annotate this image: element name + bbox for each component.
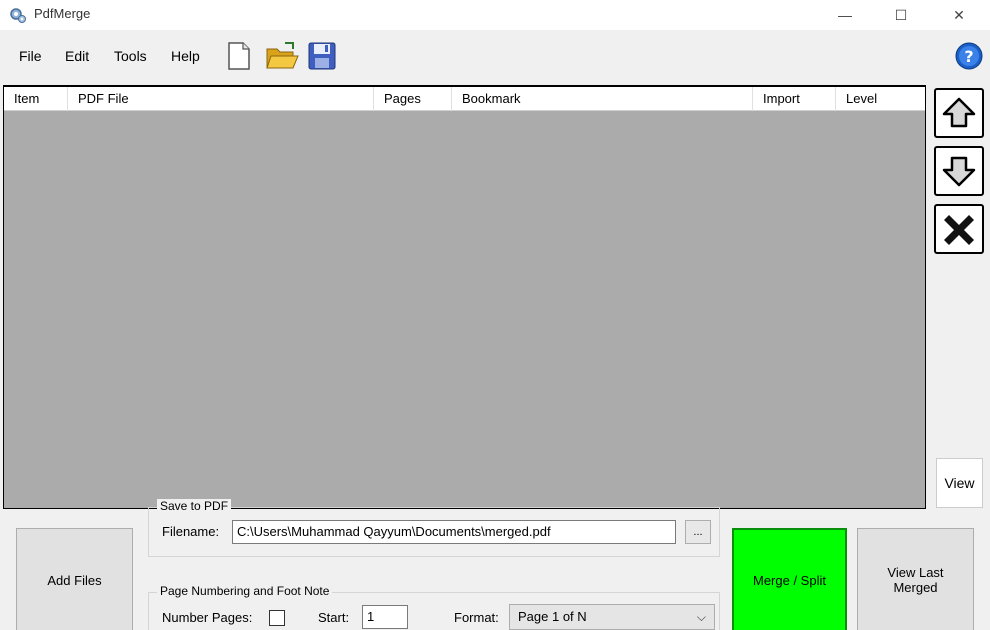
view-last-merged-button[interactable]: View Last Merged	[857, 528, 974, 630]
maximize-button[interactable]: ☐	[878, 0, 924, 30]
gear-icon	[10, 8, 26, 23]
menu-file[interactable]: File	[19, 48, 42, 64]
number-pages-label: Number Pages:	[162, 610, 253, 625]
menu-help[interactable]: Help	[171, 48, 200, 64]
arrow-up-icon	[942, 97, 976, 128]
help-question-icon[interactable]: ?	[955, 42, 983, 70]
column-level[interactable]: Level	[836, 87, 925, 111]
delete-button[interactable]	[934, 204, 984, 254]
grid-header: Item PDF File Pages Bookmark Import Leve…	[4, 87, 925, 111]
format-label: Format:	[454, 610, 499, 625]
start-field[interactable]: 1	[362, 605, 408, 629]
save-disk-icon[interactable]	[305, 38, 339, 74]
column-item[interactable]: Item	[4, 87, 68, 111]
chevron-down-icon: ⌵	[696, 610, 706, 624]
menu-bar: File Edit Tools Help ?	[0, 30, 990, 82]
filename-label: Filename:	[162, 524, 220, 539]
column-bookmark[interactable]: Bookmark	[452, 87, 753, 111]
svg-text:?: ?	[964, 47, 973, 66]
column-pdf-file[interactable]: PDF File	[68, 87, 374, 111]
move-up-button[interactable]	[934, 88, 984, 138]
arrow-down-icon	[942, 156, 976, 187]
start-label: Start:	[318, 610, 350, 625]
column-pages[interactable]: Pages	[374, 87, 452, 111]
title-bar: PdfMerge — ☐ ✕	[0, 0, 990, 30]
browse-button[interactable]: ...	[685, 520, 711, 544]
close-button[interactable]: ✕	[936, 0, 982, 30]
merge-split-button[interactable]: Merge / Split	[732, 528, 847, 630]
menu-tools[interactable]: Tools	[114, 48, 147, 64]
page-numbering-group: Page Numbering and Foot Note Number Page…	[148, 584, 720, 630]
format-value: Page 1 of N	[518, 609, 587, 624]
open-folder-icon[interactable]	[265, 38, 299, 74]
save-to-pdf-group: Save to PDF Filename: C:\Users\Muhammad …	[148, 499, 720, 557]
new-file-icon[interactable]	[222, 38, 256, 74]
window-title: PdfMerge	[34, 6, 91, 21]
main-panel: Item PDF File Pages Bookmark Import Leve…	[0, 82, 990, 630]
format-select[interactable]: Page 1 of N ⌵	[509, 604, 715, 630]
add-files-button[interactable]: Add Files	[16, 528, 133, 630]
page-numbering-title: Page Numbering and Foot Note	[157, 584, 333, 598]
delete-x-icon	[944, 215, 974, 245]
column-import[interactable]: Import	[753, 87, 836, 111]
move-down-button[interactable]	[934, 146, 984, 196]
minimize-button[interactable]: —	[822, 0, 868, 30]
filename-field[interactable]: C:\Users\Muhammad Qayyum\Documents\merge…	[232, 520, 676, 544]
view-button[interactable]: View	[936, 458, 983, 508]
save-to-pdf-title: Save to PDF	[157, 499, 232, 513]
menu-edit[interactable]: Edit	[65, 48, 89, 64]
pdf-file-grid[interactable]: Item PDF File Pages Bookmark Import Leve…	[3, 85, 926, 509]
number-pages-checkbox[interactable]	[269, 610, 285, 626]
